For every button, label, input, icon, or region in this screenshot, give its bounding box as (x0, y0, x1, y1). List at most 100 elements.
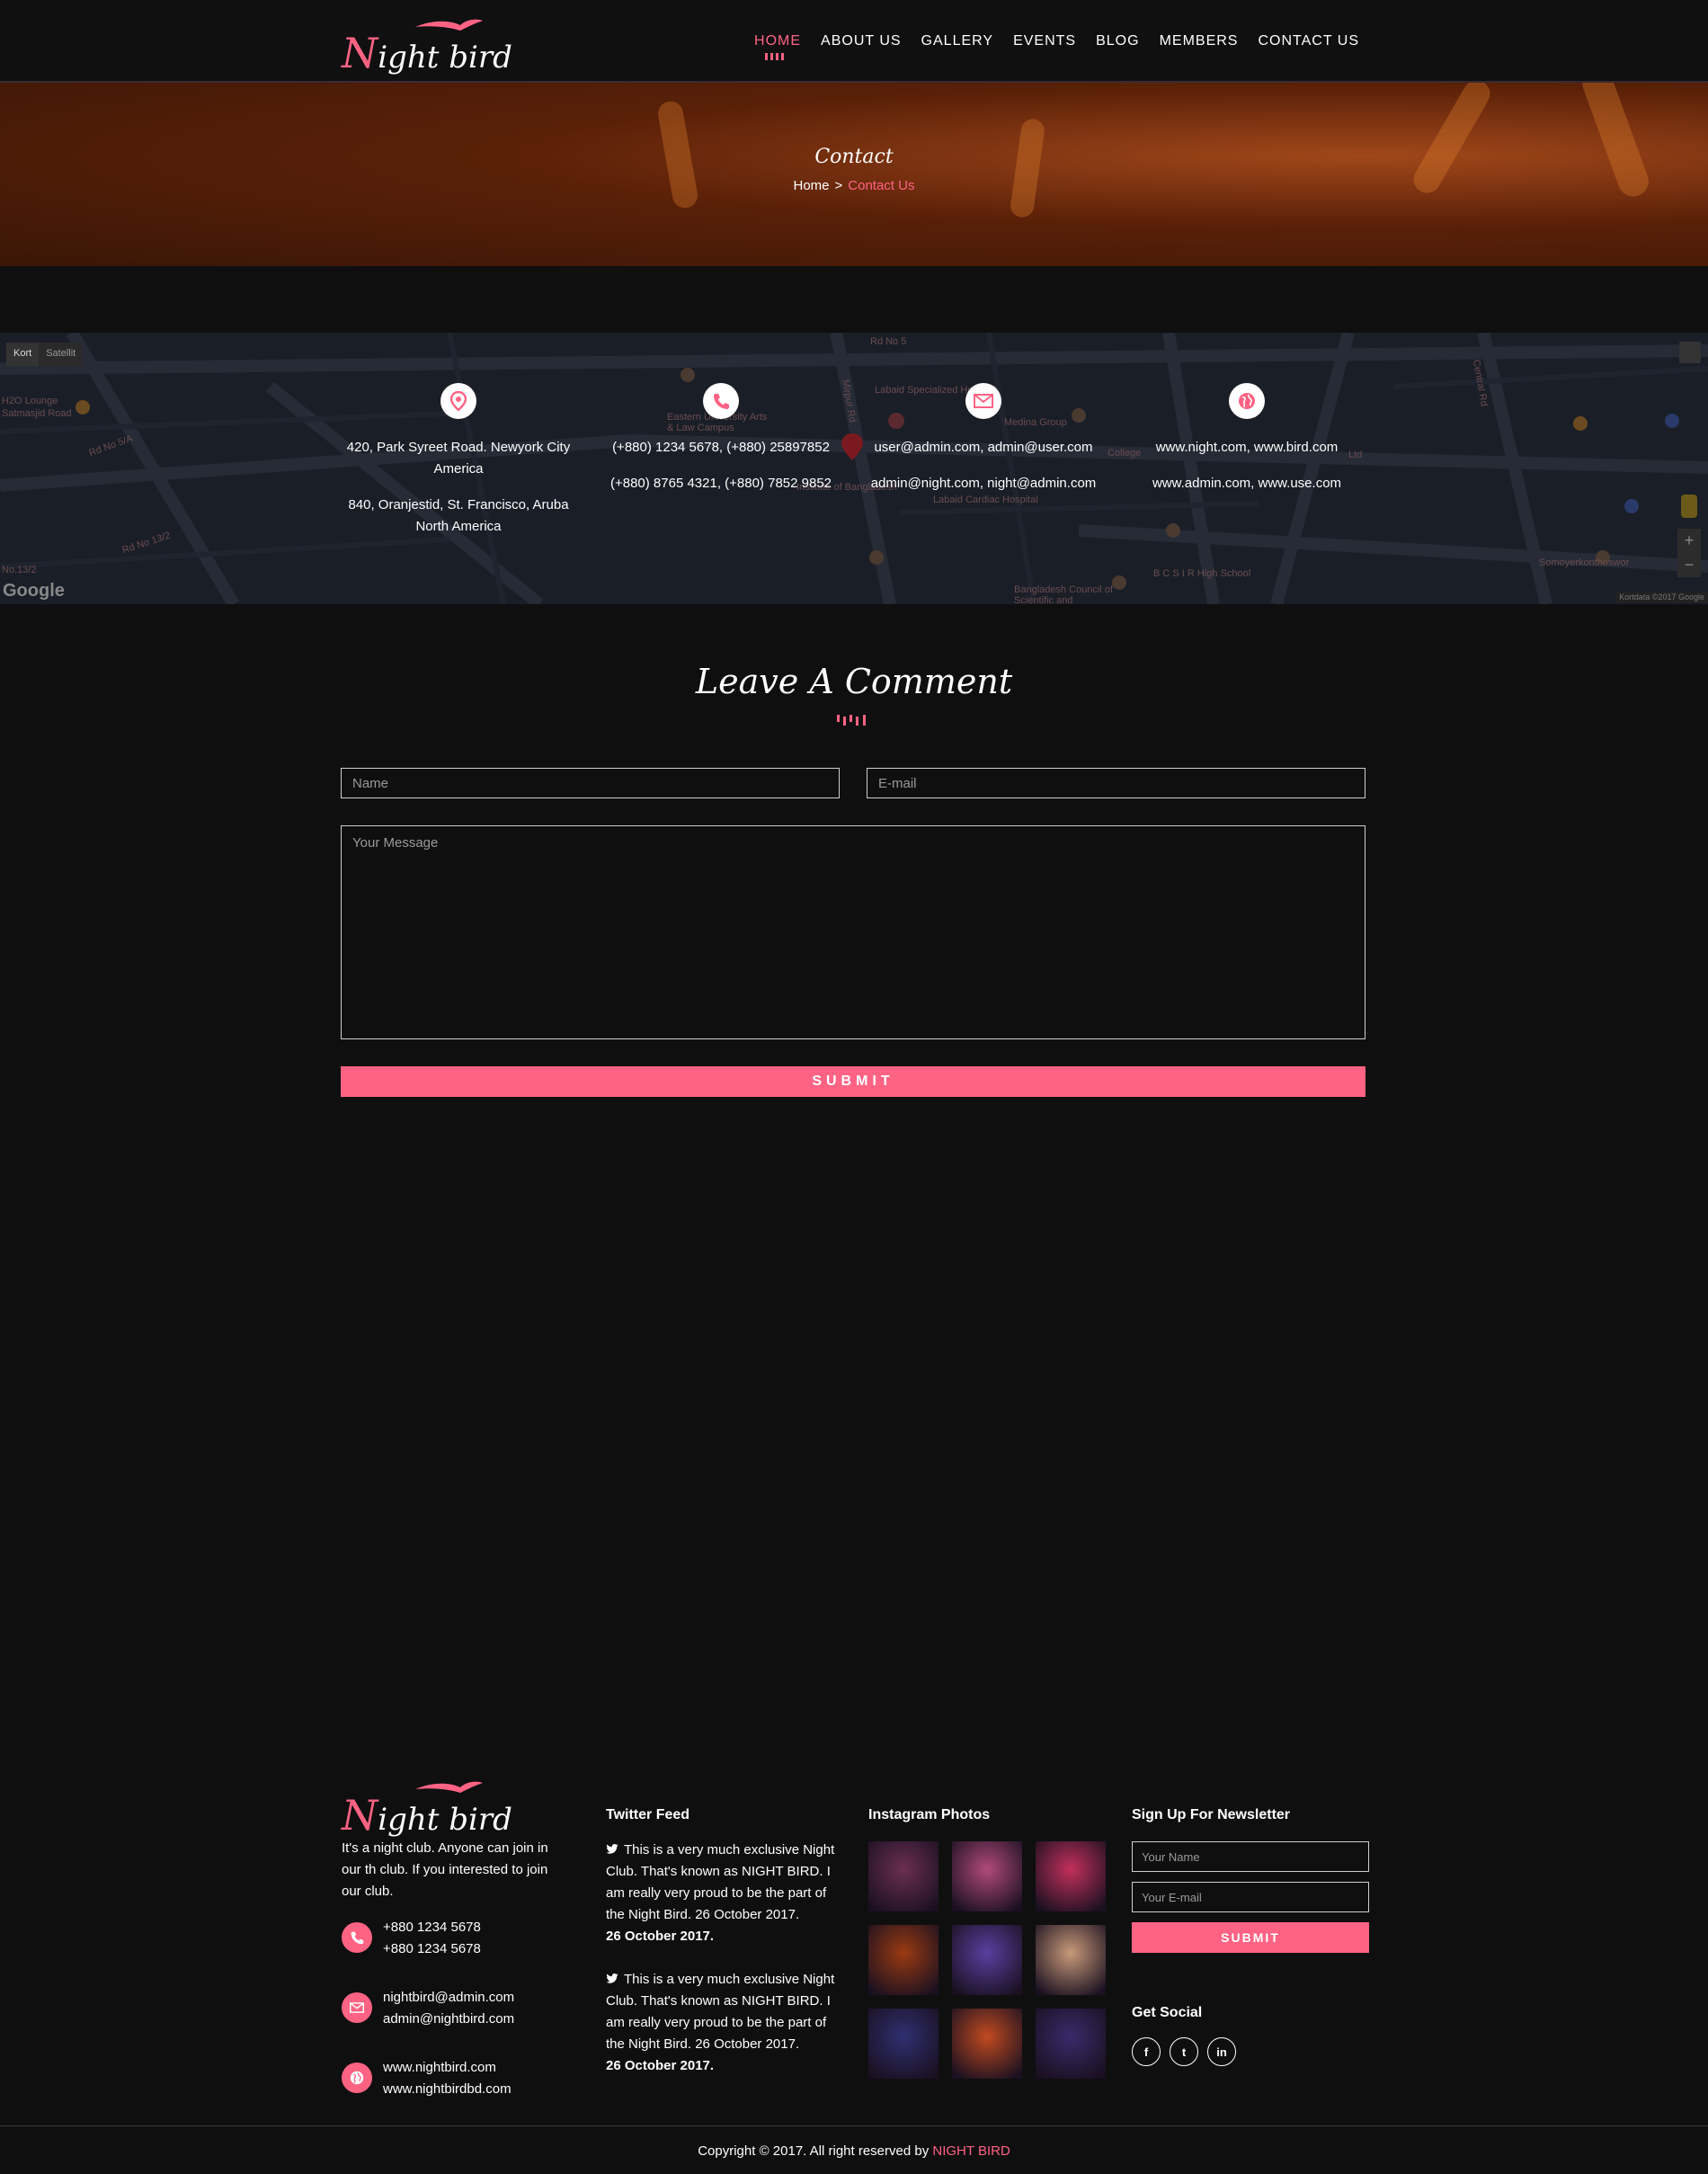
breadcrumb-home[interactable]: Home (794, 178, 830, 193)
copyright-brand-link[interactable]: NIGHT BIRD (932, 2143, 1010, 2159)
map-label: Satmasjid Road (2, 408, 72, 419)
email-line: admin@night.com, night@admin.com (870, 476, 1097, 491)
zoom-in-button[interactable]: + (1677, 529, 1701, 553)
instagram-photo[interactable] (1036, 2009, 1106, 2079)
twitter-feed: This is a very much exclusive Night Club… (606, 1840, 844, 2098)
footer-email: nightbird@admin.com admin@nightbird.com (342, 1987, 571, 2034)
footer-website-line[interactable]: www.nightbird.com (383, 2057, 512, 2079)
main-nav: HOME ABOUT US GALLERY EVENTS BLOG MEMBER… (754, 33, 1359, 60)
footer-divider (0, 2125, 1708, 2126)
nav-blog[interactable]: BLOG (1096, 33, 1139, 49)
footer-website: www.nightbird.com www.nightbirdbd.com (342, 2057, 571, 2104)
website-line: www.admin.com, www.use.com (1152, 476, 1342, 491)
tweet-date: 26 October 2017. (606, 1929, 715, 1944)
twitter-icon (606, 1844, 618, 1854)
title-divider-icon (837, 715, 866, 726)
tweet: This is a very much exclusive Night Club… (606, 1969, 844, 2077)
logo-text: Night bird (342, 1791, 512, 1840)
website-column: www.night.com, www.bird.com www.admin.co… (1125, 383, 1368, 494)
newsletter-submit-button[interactable]: SUBMIT (1132, 1922, 1369, 1953)
instagram-photo[interactable] (868, 2009, 939, 2079)
instagram-heading: Instagram Photos (868, 1807, 991, 1822)
globe-icon (1229, 383, 1265, 419)
footer-email-line[interactable]: nightbird@admin.com (383, 1987, 514, 2009)
map-type-control: Kort Satellit (6, 343, 84, 366)
nav-events[interactable]: EVENTS (1013, 33, 1076, 49)
site-footer: Night bird It's a night club. Anyone can… (0, 1762, 1708, 2174)
instagram-photo[interactable] (1036, 1841, 1106, 1911)
instagram-photo[interactable] (868, 1841, 939, 1911)
linkedin-icon[interactable]: in (1207, 2037, 1236, 2066)
globe-icon (342, 2063, 372, 2093)
logo-text: Night bird (342, 29, 512, 77)
website-line: www.night.com, www.bird.com (1155, 440, 1339, 455)
facebook-icon[interactable]: f (1132, 2037, 1161, 2066)
social-links: f t in (1132, 2037, 1236, 2066)
page-banner: Contact Home > Contact Us (0, 83, 1708, 266)
breadcrumb: Home > Contact Us (0, 178, 1708, 193)
email-input[interactable] (867, 768, 1366, 798)
instagram-photo[interactable] (952, 2009, 1022, 2079)
page-title: Contact (814, 146, 894, 168)
address-column: 420, Park Syreet Road. Newyork City Amer… (337, 383, 580, 538)
phone-line: (+880) 8765 4321, (+880) 7852 9852 (609, 476, 832, 491)
name-input[interactable] (341, 768, 840, 798)
map-type-satellite[interactable]: Satellit (39, 343, 83, 366)
map-label: Rd No 5 (870, 336, 907, 347)
address-line: North America (415, 519, 502, 534)
phone-line: (+880) 1234 5678, (+880) 25897852 (612, 440, 830, 455)
footer-logo[interactable]: Night bird (342, 1778, 512, 1840)
envelope-icon (342, 1992, 372, 2023)
message-textarea[interactable] (341, 825, 1366, 1039)
address-line: 840, Oranjestid, St. Francisco, Aruba (348, 497, 569, 512)
phone-column: (+880) 1234 5678, (+880) 25897852 (+880)… (600, 383, 842, 494)
street-view-icon[interactable] (1681, 494, 1697, 518)
tweet-text: This is a very much exclusive Night Club… (606, 1972, 835, 2052)
instagram-grid (868, 1841, 1106, 2079)
footer-phone-line: +880 1234 5678 (383, 1941, 481, 1956)
envelope-icon (965, 383, 1001, 419)
twitter-icon (606, 1974, 618, 1983)
footer-website-line[interactable]: www.nightbirdbd.com (383, 2079, 512, 2100)
fullscreen-icon[interactable] (1679, 342, 1701, 363)
banner-decoration (1009, 117, 1046, 219)
social-heading: Get Social (1132, 2005, 1203, 2020)
map-type-map[interactable]: Kort (6, 343, 40, 366)
breadcrumb-current: Contact Us (848, 178, 915, 193)
phone-icon (342, 1922, 372, 1953)
zoom-out-button[interactable]: − (1677, 553, 1701, 577)
newsletter-name-input[interactable] (1132, 1841, 1369, 1872)
tweet-text: This is a very much exclusive Night Club… (606, 1842, 835, 1922)
footer-about: It's a night club. Anyone can join in ou… (342, 1840, 548, 1899)
footer-phone: +880 1234 5678 +880 1234 5678 (342, 1917, 571, 1964)
contact-map[interactable]: H2O Lounge Rd No 5/A Rd No 13/2 Rd No 5 … (0, 333, 1708, 604)
site-logo[interactable]: Night bird (342, 16, 512, 77)
comment-section-title: Leave A Comment (695, 662, 1013, 701)
instagram-photo[interactable] (952, 1841, 1022, 1911)
comment-submit-button[interactable]: SUBMIT (341, 1066, 1366, 1097)
instagram-photo[interactable] (952, 1925, 1022, 1995)
map-label: Bangladesh Council of Scientific and (1014, 584, 1114, 604)
phone-icon (703, 383, 739, 419)
tweet: This is a very much exclusive Night Club… (606, 1840, 844, 1947)
twitter-icon[interactable]: t (1170, 2037, 1198, 2066)
site-header: Night bird HOME ABOUT US GALLERY EVENTS … (0, 0, 1708, 83)
nav-gallery[interactable]: GALLERY (921, 33, 994, 49)
instagram-photo[interactable] (1036, 1925, 1106, 1995)
map-label: No.13/2 (2, 565, 37, 575)
nav-home[interactable]: HOME (754, 33, 801, 60)
newsletter-email-input[interactable] (1132, 1882, 1369, 1912)
map-label: H2O Lounge (2, 396, 58, 406)
map-zoom-control: + − (1677, 529, 1701, 577)
twitter-heading: Twitter Feed (606, 1807, 690, 1822)
map-label: B C S I R High School (1153, 568, 1251, 579)
map-pin-icon (440, 383, 476, 419)
footer-email-line[interactable]: admin@nightbird.com (383, 2009, 514, 2030)
nav-members[interactable]: MEMBERS (1160, 33, 1239, 49)
copyright: Copyright © 2017. All right reserved by … (0, 2143, 1708, 2159)
instagram-photo[interactable] (868, 1925, 939, 1995)
nav-about-us[interactable]: ABOUT US (821, 33, 902, 49)
footer-phone-line: +880 1234 5678 (383, 1920, 481, 1935)
address-line: America (433, 461, 484, 477)
nav-contact-us[interactable]: CONTACT US (1258, 33, 1359, 49)
